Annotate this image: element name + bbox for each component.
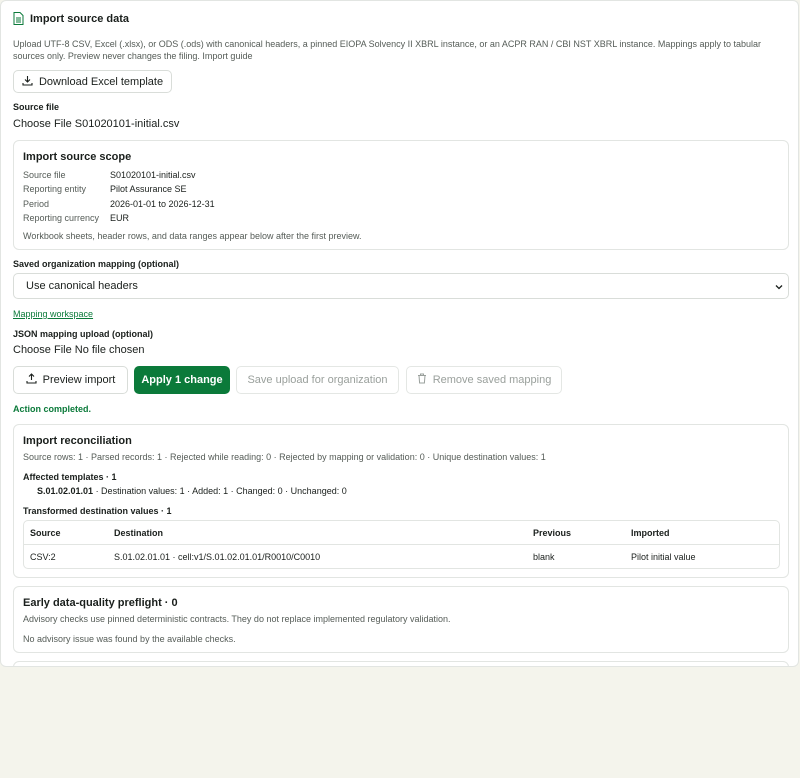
transformed-values-table: Source Destination Previous Imported CSV… xyxy=(23,520,780,569)
table-cell: blank xyxy=(533,552,555,562)
source-file-input[interactable]: Choose File S01020101-initial.csv xyxy=(13,118,179,130)
remove-mapping-label: Remove saved mapping xyxy=(432,374,552,386)
trash-icon xyxy=(417,373,433,387)
preflight-result: No advisory issue was found by the avail… xyxy=(23,634,236,644)
scope-title: Import source scope xyxy=(23,151,132,163)
transformed-values-heading: Transformed destination values · 1 xyxy=(23,506,172,516)
template-code: S.01.02.01.01 xyxy=(37,486,94,496)
table-cell: S.01.02.01.01 · cell:v1/S.01.02.01.01/R0… xyxy=(114,552,321,562)
next-card xyxy=(13,661,789,666)
scope-value: S01020101-initial.csv xyxy=(110,170,196,180)
reconciliation-summary: Source rows: 1 · Parsed records: 1 · Rej… xyxy=(23,452,546,462)
apply-change-button[interactable]: Apply 1 change xyxy=(134,366,230,394)
remove-mapping-button[interactable]: Remove saved mapping xyxy=(406,366,562,394)
json-mapping-label: JSON mapping upload (optional) xyxy=(13,329,153,339)
table-divider xyxy=(24,544,779,545)
import-description: Upload UTF-8 CSV, Excel (.xlsx), or ODS … xyxy=(13,39,762,61)
scope-note: Workbook sheets, header rows, and data r… xyxy=(23,231,362,241)
column-header: Destination xyxy=(114,528,164,538)
saved-mapping-label: Saved organization mapping (optional) xyxy=(13,259,180,269)
preview-import-label: Preview import xyxy=(42,374,116,386)
source-file-label: Source file xyxy=(13,102,60,112)
upload-icon xyxy=(26,373,43,387)
scope-key: Source file xyxy=(23,170,66,180)
import-source-panel: Import source data Upload UTF-8 CSV, Exc… xyxy=(0,0,799,667)
scope-value: EUR xyxy=(110,213,130,223)
preflight-card: Early data-quality preflight · 0 Advisor… xyxy=(13,586,789,653)
template-detail: · Destination values: 1 · Added: 1 · Cha… xyxy=(93,486,347,496)
download-icon xyxy=(22,75,39,89)
preview-import-button[interactable]: Preview import xyxy=(13,366,128,394)
column-header: Source xyxy=(30,528,61,538)
mapping-workspace-link[interactable]: Mapping workspace xyxy=(13,309,93,319)
column-header: Previous xyxy=(533,528,572,538)
import-scope-card: Import source scope Source file S0102010… xyxy=(13,140,789,250)
scope-key: Reporting entity xyxy=(23,184,87,194)
import-reconciliation-card: Import reconciliation Source rows: 1 · P… xyxy=(13,424,789,578)
preflight-note: Advisory checks use pinned deterministic… xyxy=(23,614,451,624)
scope-key: Period xyxy=(23,199,50,209)
page-title: Import source data xyxy=(30,12,130,25)
saved-mapping-value: Use canonical headers xyxy=(26,280,138,292)
affected-templates-heading: Affected templates · 1 xyxy=(23,472,117,482)
scope-key: Reporting currency xyxy=(23,213,100,223)
saved-mapping-select[interactable]: Use canonical headers xyxy=(13,273,789,299)
download-template-label: Download Excel template xyxy=(38,75,164,88)
json-mapping-input[interactable]: Choose File No file chosen xyxy=(13,344,144,356)
download-template-button[interactable]: Download Excel template xyxy=(13,70,172,93)
status-message: Action completed. xyxy=(13,404,92,414)
file-spreadsheet-icon xyxy=(13,12,24,25)
affected-template-row: S.01.02.01.01 · Destination values: 1 · … xyxy=(37,486,347,496)
panel-header: Import source data xyxy=(13,12,129,25)
table-cell: Pilot initial value xyxy=(631,552,696,562)
save-upload-button[interactable]: Save upload for organization xyxy=(236,366,399,394)
scope-value: 2026-01-01 to 2026-12-31 xyxy=(110,199,215,209)
table-cell: CSV:2 xyxy=(30,552,56,562)
reconciliation-title: Import reconciliation xyxy=(23,435,132,447)
column-header: Imported xyxy=(631,528,670,538)
scope-value: Pilot Assurance SE xyxy=(110,184,187,194)
preflight-title: Early data-quality preflight · 0 xyxy=(23,597,178,609)
chevron-down-icon xyxy=(774,282,784,295)
